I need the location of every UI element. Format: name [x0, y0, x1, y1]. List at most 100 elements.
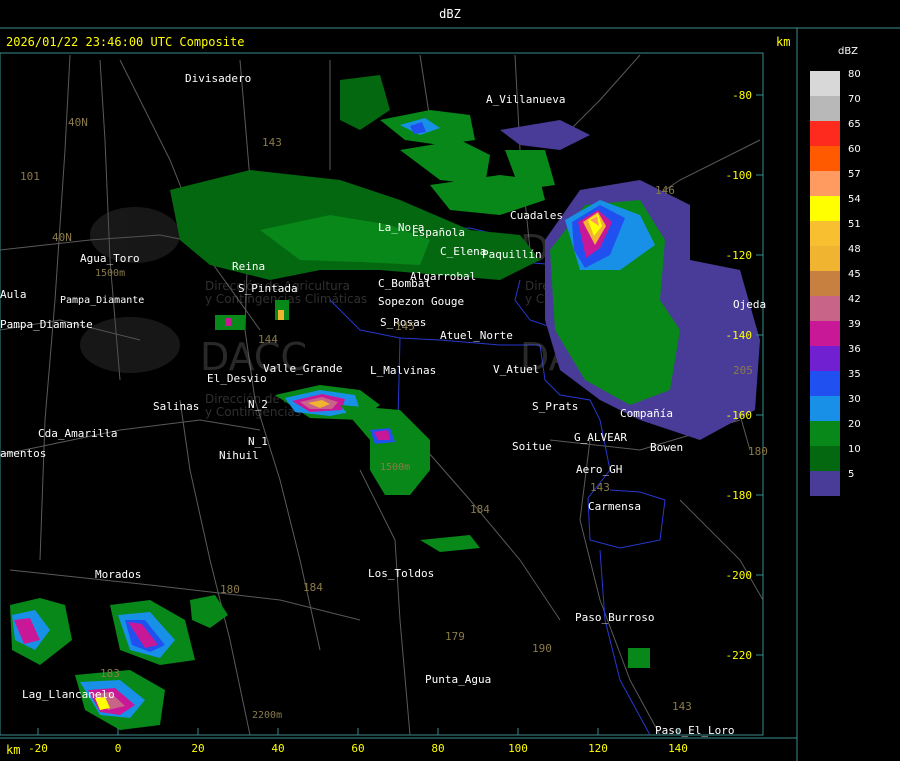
legend-label: 36: [848, 344, 861, 355]
legend-swatch: [810, 396, 840, 421]
route-number: 145: [395, 320, 415, 333]
place-label: N_2: [248, 398, 268, 411]
legend-swatch: [810, 171, 840, 196]
legend-swatch: [810, 121, 840, 146]
route-number: 40N: [52, 231, 72, 244]
place-label: G_ALVEAR: [574, 431, 627, 444]
place-label: Morados: [95, 568, 141, 581]
x-axis-ticks: -20 0 20 40 60 80 100 120 140: [28, 728, 688, 755]
place-label: Cuadales: [510, 209, 563, 222]
legend-label: 80: [848, 69, 861, 80]
place-label: Agua_Toro: [80, 252, 140, 265]
place-label: Punta_Agua: [425, 673, 491, 686]
place-label: Sopezon Gouge: [378, 295, 464, 308]
route-number: 184: [470, 503, 490, 516]
route-number: 184: [303, 581, 323, 594]
y-tick-label: -140: [726, 329, 753, 342]
place-label: L_Malvinas: [370, 364, 436, 377]
place-label: Salinas: [153, 400, 199, 413]
route-number: 101: [20, 170, 40, 183]
place-label: amentos: [0, 447, 46, 460]
legend-swatch: [810, 96, 840, 121]
route-number: 179: [445, 630, 465, 643]
route-number: 143: [590, 481, 610, 494]
legend-label: 70: [848, 94, 861, 105]
x-tick-label: -20: [28, 742, 48, 755]
legend-swatch: [810, 146, 840, 171]
place-label: Compañía: [620, 407, 673, 420]
place-label: Aero_GH: [576, 463, 622, 476]
route-number: 144: [258, 333, 278, 346]
x-tick-label: 80: [431, 742, 444, 755]
dbz-legend: dBZ 80 70 65 60 57 54 51 48 45 42 39 36 35 30 20 10 5: [810, 46, 861, 496]
place-label: Pampa_Diamante: [0, 318, 93, 331]
elevation-label: 1500m: [380, 462, 410, 473]
legend-label: 10: [848, 444, 861, 455]
legend-swatch: [810, 446, 840, 471]
y-tick-label: -220: [726, 649, 753, 662]
place-label: S_Prats: [532, 400, 578, 413]
place-label: Paquillín: [482, 248, 542, 261]
y-tick-label: -200: [726, 569, 753, 582]
place-label: Paso_El_Loro: [655, 724, 734, 737]
route-number: 190: [532, 642, 552, 655]
radar-map[interactable]: DACC DACC DACC DACC Dirección de Agricul…: [0, 54, 768, 755]
y-tick-label: -100: [726, 169, 753, 182]
legend-swatch: [810, 221, 840, 246]
legend-label: 45: [848, 269, 861, 280]
legend-label: 54: [848, 194, 861, 205]
timestamp-label: 2026/01/22 23:46:00 UTC Composite: [6, 35, 244, 49]
place-label: A_Villanueva: [486, 93, 565, 106]
x-tick-label: 40: [271, 742, 284, 755]
elevation-label: 1500m: [95, 268, 125, 279]
place-label: Española: [412, 226, 465, 239]
place-label: V_Atuel: [493, 363, 539, 376]
place-label: C_Bombal: [378, 277, 431, 290]
place-label: Los_Toldos: [368, 567, 434, 580]
place-label: Nihuil: [219, 449, 259, 462]
x-tick-label: 140: [668, 742, 688, 755]
y-tick-label: -120: [726, 249, 753, 262]
km-top-label: km: [776, 35, 790, 49]
place-label: N_1: [248, 435, 268, 448]
place-label: Atuel_Norte: [440, 329, 513, 342]
x-tick-label: 100: [508, 742, 528, 755]
legend-swatch: [810, 296, 840, 321]
place-label: Reina: [232, 260, 265, 273]
place-label: Bowen: [650, 441, 683, 454]
place-label: Lag_Llancanelo: [22, 688, 115, 701]
legend-label: 57: [848, 169, 861, 180]
route-number: 143: [262, 136, 282, 149]
legend-swatch: [810, 246, 840, 271]
legend-label: 30: [848, 394, 861, 405]
place-label: Paso_Burroso: [575, 611, 654, 624]
y-tick-label: -160: [726, 409, 753, 422]
legend-label: 39: [848, 319, 861, 330]
route-number: 40N: [68, 116, 88, 129]
route-number: 183: [100, 667, 120, 680]
legend-label: 20: [848, 419, 861, 430]
place-label: Cda_Amarilla: [38, 427, 117, 440]
km-bottom-label: km: [6, 743, 20, 757]
x-tick-label: 60: [351, 742, 364, 755]
x-tick-label: 0: [115, 742, 122, 755]
legend-label: 51: [848, 219, 861, 230]
route-number: 205: [733, 364, 753, 377]
legend-swatch: [810, 271, 840, 296]
elevation-label: 2200m: [252, 710, 282, 721]
y-tick-label: -180: [726, 489, 753, 502]
place-label: Pampa_Diamante: [60, 295, 144, 306]
legend-swatch: [810, 371, 840, 396]
route-number: 180: [748, 445, 768, 458]
legend-swatch: [810, 196, 840, 221]
y-tick-label: -80: [732, 89, 752, 102]
legend-label: 48: [848, 244, 861, 255]
legend-title: dBZ: [838, 46, 858, 57]
legend-label: 65: [848, 119, 861, 130]
place-label: Valle_Grande: [263, 362, 342, 375]
place-label: Carmensa: [588, 500, 641, 513]
route-number: 180: [220, 583, 240, 596]
legend-label: 35: [848, 369, 861, 380]
route-number: 143: [672, 700, 692, 713]
place-label: Aula: [0, 288, 27, 301]
